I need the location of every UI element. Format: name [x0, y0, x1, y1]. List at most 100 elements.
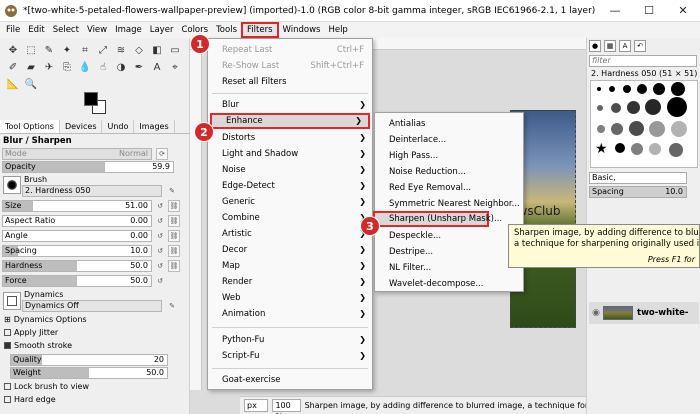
measure-icon[interactable]: 📐	[4, 76, 22, 93]
dodge-icon[interactable]: ◑	[112, 59, 130, 76]
picker-icon[interactable]: ⌖	[166, 59, 184, 76]
menu-item-nl-filter[interactable]: NL Filter...	[375, 260, 523, 276]
edit-brush-icon[interactable]: ✎	[166, 185, 178, 197]
quality-slider[interactable]: Quality 20	[10, 354, 168, 366]
menu-filters[interactable]: Filters	[241, 22, 279, 38]
brush-thumb[interactable]	[597, 125, 605, 133]
gradient-icon[interactable]: ▭	[166, 42, 184, 59]
menu-help[interactable]: Help	[324, 22, 351, 38]
blur-icon[interactable]: 💧	[76, 59, 94, 76]
dynamics-preview[interactable]	[3, 292, 21, 310]
brush-thumb[interactable]	[597, 105, 603, 111]
size-slider[interactable]: Size 51.00	[2, 200, 152, 212]
menu-item-map[interactable]: Map ❯	[208, 258, 372, 274]
menu-item-animation[interactable]: Animation ❯	[208, 306, 372, 322]
size-link-icon[interactable]: ⛓	[168, 200, 180, 212]
brush-thumb[interactable]	[669, 143, 683, 157]
paintbrush-icon[interactable]: ✐	[4, 59, 22, 76]
tab-images[interactable]: Images	[134, 120, 175, 133]
repeat-last-item[interactable]: Repeat Last Ctrl+F	[208, 42, 372, 58]
force-reset-icon[interactable]: ↺	[154, 275, 166, 287]
mode-switch-icon[interactable]: ⟳	[156, 148, 168, 160]
size-reset-icon[interactable]: ↺	[154, 200, 166, 212]
brush-thumb[interactable]	[649, 121, 665, 137]
weight-slider[interactable]: Weight 50.0	[10, 367, 168, 379]
brushes-tab-icon[interactable]: ●	[589, 40, 601, 52]
star-brush-icon[interactable]: ★	[595, 141, 608, 157]
apply-jitter-checkbox[interactable]: Apply Jitter	[4, 328, 58, 337]
spacing-reset-icon[interactable]: ↺	[154, 245, 166, 257]
brush-thumb[interactable]	[667, 97, 687, 117]
menu-item-deinterlace[interactable]: Deinterlace...	[375, 132, 523, 148]
tab-undo[interactable]: Undo	[102, 120, 135, 133]
menu-item-goat-exercise[interactable]: Goat-exercise	[208, 372, 372, 388]
dynamics-options-expander[interactable]: ⊞ Dynamics Options	[4, 315, 87, 324]
cage-icon[interactable]: ◇	[130, 42, 148, 59]
close-button[interactable]: ✕	[666, 0, 700, 22]
zoom-select[interactable]: 100 %	[272, 399, 301, 414]
angle-link-icon[interactable]: ⛓	[168, 230, 180, 242]
dynamics-field[interactable]: Dynamics Off	[22, 300, 162, 312]
history-tab-icon[interactable]: ↶	[634, 40, 646, 52]
menu-item-red-eye-removal[interactable]: Red Eye Removal...	[375, 180, 523, 196]
smudge-icon[interactable]: ☝	[94, 59, 112, 76]
warp-icon[interactable]: ≋	[112, 42, 130, 59]
menu-item-render[interactable]: Render ❯	[208, 274, 372, 290]
menu-item-edge-detect[interactable]: Edge-Detect ❯	[208, 178, 372, 194]
menu-tools[interactable]: Tools	[212, 22, 241, 38]
foreground-color[interactable]	[84, 92, 98, 106]
aspect-link-icon[interactable]: ⛓	[168, 215, 180, 227]
menu-item-wavelet-decompose[interactable]: Wavelet-decompose...	[375, 276, 523, 292]
menu-item-generic[interactable]: Generic ❯	[208, 194, 372, 210]
text-icon[interactable]: A	[148, 59, 166, 76]
brush-thumb[interactable]	[653, 83, 665, 95]
menu-edit[interactable]: Edit	[24, 22, 48, 38]
brush-filter-input[interactable]: filter	[589, 55, 697, 67]
brush-tag-input[interactable]: Basic,	[589, 172, 687, 184]
transform-icon[interactable]: ⤢	[94, 42, 112, 59]
menu-item-distorts[interactable]: Distorts ❯	[208, 130, 372, 146]
menu-item-blur[interactable]: Blur ❯	[208, 97, 372, 113]
mode-select[interactable]: Mode Normal	[2, 148, 152, 160]
brush-thumb[interactable]	[611, 103, 621, 113]
opacity-slider[interactable]: Opacity 59.9	[2, 161, 174, 173]
reset-all-filters-item[interactable]: Reset all Filters	[208, 74, 372, 90]
bucket-icon[interactable]: ◧	[148, 42, 166, 59]
eraser-icon[interactable]: ▰	[22, 59, 40, 76]
menu-select[interactable]: Select	[49, 22, 83, 38]
layer-row[interactable]: ◉ two-white-	[589, 302, 699, 324]
minimize-button[interactable]: —	[598, 0, 632, 22]
fuzzy-select-icon[interactable]: ✦	[58, 42, 76, 59]
aspect-ratio-slider[interactable]: Aspect Ratio 0.00	[2, 215, 152, 227]
smooth-stroke-checkbox[interactable]: Smooth stroke	[4, 341, 72, 350]
brush-thumb[interactable]	[637, 84, 647, 94]
menu-item-python-fu[interactable]: Python-Fu ❯	[208, 332, 372, 348]
patterns-tab-icon[interactable]: ▦	[604, 40, 616, 52]
lock-brush-checkbox[interactable]: Lock brush to view	[4, 382, 89, 391]
menu-item-antialias[interactable]: Antialias	[375, 116, 523, 132]
aspect-reset-icon[interactable]: ↺	[154, 215, 166, 227]
menu-item-high-pass[interactable]: High Pass...	[375, 148, 523, 164]
force-slider[interactable]: Force 50.0	[2, 275, 152, 287]
layer-visibility-icon[interactable]: ◉	[589, 308, 603, 318]
fonts-tab-icon[interactable]: A	[619, 40, 631, 52]
maximize-button[interactable]: ☐	[632, 0, 666, 22]
menu-view[interactable]: View	[83, 22, 111, 38]
edit-dynamics-icon[interactable]: ✎	[166, 300, 178, 312]
tab-devices[interactable]: Devices	[60, 120, 103, 133]
menu-item-web[interactable]: Web ❯	[208, 290, 372, 306]
spacing-link-icon[interactable]: ⛓	[168, 245, 180, 257]
rect-select-icon[interactable]: ⬚	[22, 42, 40, 59]
brush-preview[interactable]	[3, 176, 21, 194]
fg-bg-color-swatch[interactable]	[84, 92, 108, 116]
lasso-icon[interactable]: ✎	[40, 42, 58, 59]
menu-item-script-fu[interactable]: Script-Fu ❯	[208, 348, 372, 364]
hardness-slider[interactable]: Hardness 50.0	[2, 260, 152, 272]
crop-icon[interactable]: ⌗	[76, 42, 94, 59]
menu-item-noise[interactable]: Noise ❯	[208, 162, 372, 178]
menu-layer[interactable]: Layer	[146, 22, 178, 38]
brush-spacing-slider[interactable]: Spacing 10.0	[589, 186, 687, 198]
menu-item-destripe[interactable]: Destripe...	[375, 244, 523, 260]
spacing-slider[interactable]: Spacing 10.0	[2, 245, 152, 257]
move-tool-icon[interactable]: ✥	[4, 42, 22, 59]
